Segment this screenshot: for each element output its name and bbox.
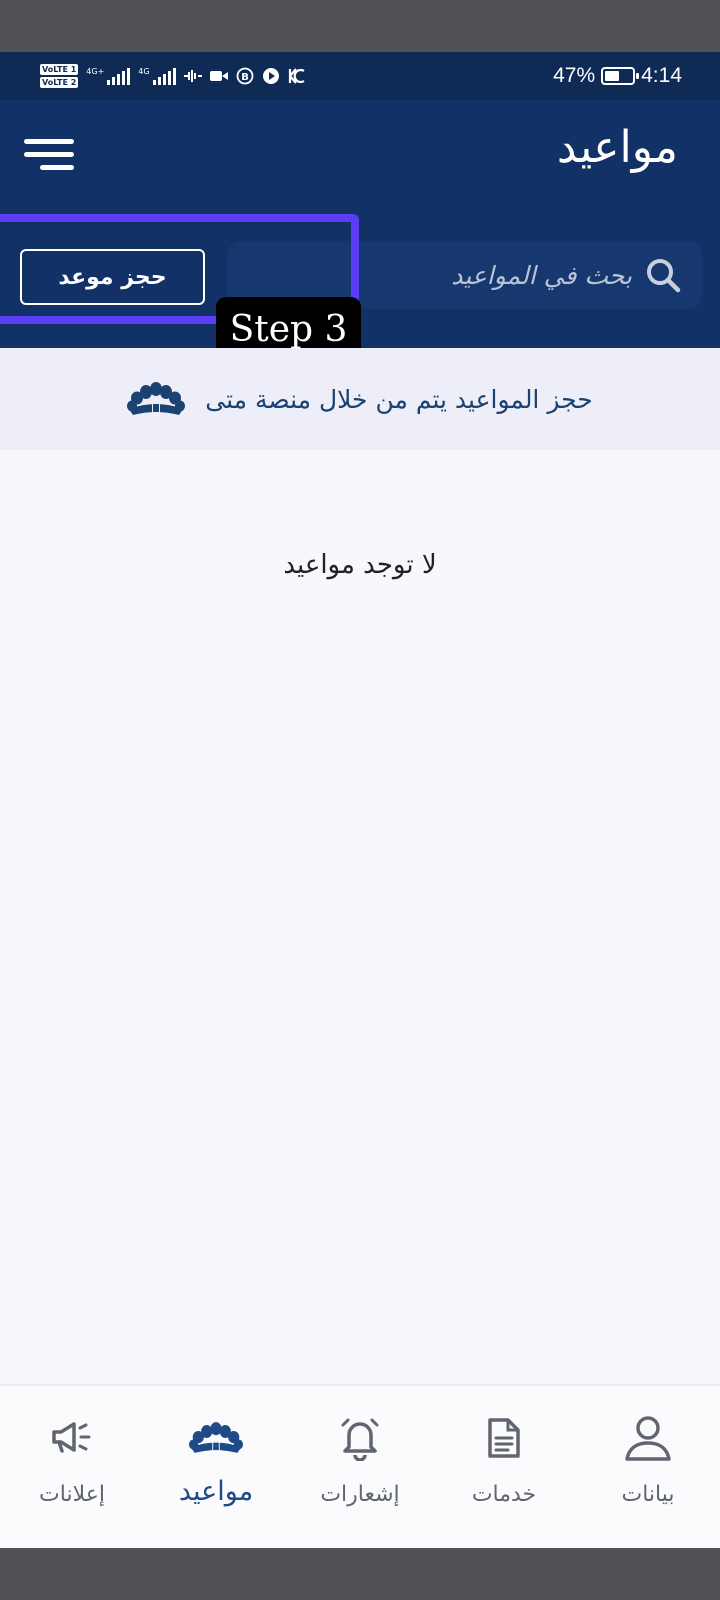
app-screen: VoLTE 1 VoLTE 2 4G+ 4G B 47% 4:14 مواعيد… [0, 52, 720, 1548]
kc-app-icon [288, 67, 306, 85]
nav-label-profile: بيانات [621, 1482, 675, 1507]
shell-logo-icon [127, 382, 186, 415]
bell-icon [338, 1412, 382, 1464]
status-icons-right: 47% 4:14 [553, 58, 682, 94]
nav-label-announcements: إعلانات [39, 1482, 105, 1507]
clock: 4:14 [641, 64, 682, 87]
shell-logo-icon [189, 1412, 243, 1464]
video-camera-icon [209, 67, 228, 85]
signal-1-icon: 4G+ [86, 67, 131, 85]
b-badge-icon: B [236, 67, 254, 85]
nav-label-services: خدمات [471, 1482, 537, 1507]
status-icons-left: VoLTE 1 VoLTE 2 4G+ 4G B [40, 58, 306, 94]
status-bar: VoLTE 1 VoLTE 2 4G+ 4G B 47% 4:14 [0, 52, 720, 100]
empty-state-message: لا توجد مواعيد [283, 550, 437, 580]
network-2-label: 4G [138, 67, 150, 76]
page-title: مواعيد [556, 122, 678, 173]
nav-label-notifications: إشعارات [320, 1482, 400, 1507]
nav-label-appointments: مواعيد [178, 1476, 254, 1507]
svg-text:B: B [241, 72, 249, 83]
banner-text: حجز المواعيد يتم من خلال منصة متى [205, 384, 593, 414]
audio-wave-icon [183, 67, 202, 85]
person-icon [623, 1412, 673, 1464]
nav-item-appointments[interactable]: مواعيد [144, 1386, 288, 1548]
volte-1-label: VoLTE 1 [40, 64, 79, 75]
screen-bottom-bar [0, 1548, 720, 1600]
search-icon [647, 259, 681, 293]
play-circle-icon [262, 67, 280, 85]
battery-percent: 47% [553, 64, 596, 87]
nav-item-profile[interactable]: بيانات [576, 1386, 720, 1548]
nav-item-notifications[interactable]: إشعارات [288, 1386, 432, 1548]
nav-item-announcements[interactable]: إعلانات [0, 1386, 144, 1548]
battery-icon [601, 67, 640, 85]
document-icon [486, 1412, 522, 1464]
volte-indicator: VoLTE 1 VoLTE 2 [40, 64, 79, 88]
info-banner: حجز المواعيد يتم من خلال منصة متى [0, 348, 720, 450]
volte-2-label: VoLTE 2 [40, 77, 79, 88]
signal-2-icon: 4G [138, 67, 176, 85]
bottom-navigation: إعلانات مواعيد إشعارات خدمات بيانات [0, 1384, 720, 1548]
menu-icon[interactable] [24, 136, 74, 172]
nav-item-services[interactable]: خدمات [432, 1386, 576, 1548]
megaphone-icon [50, 1412, 94, 1464]
network-1-label: 4G+ [86, 67, 105, 76]
